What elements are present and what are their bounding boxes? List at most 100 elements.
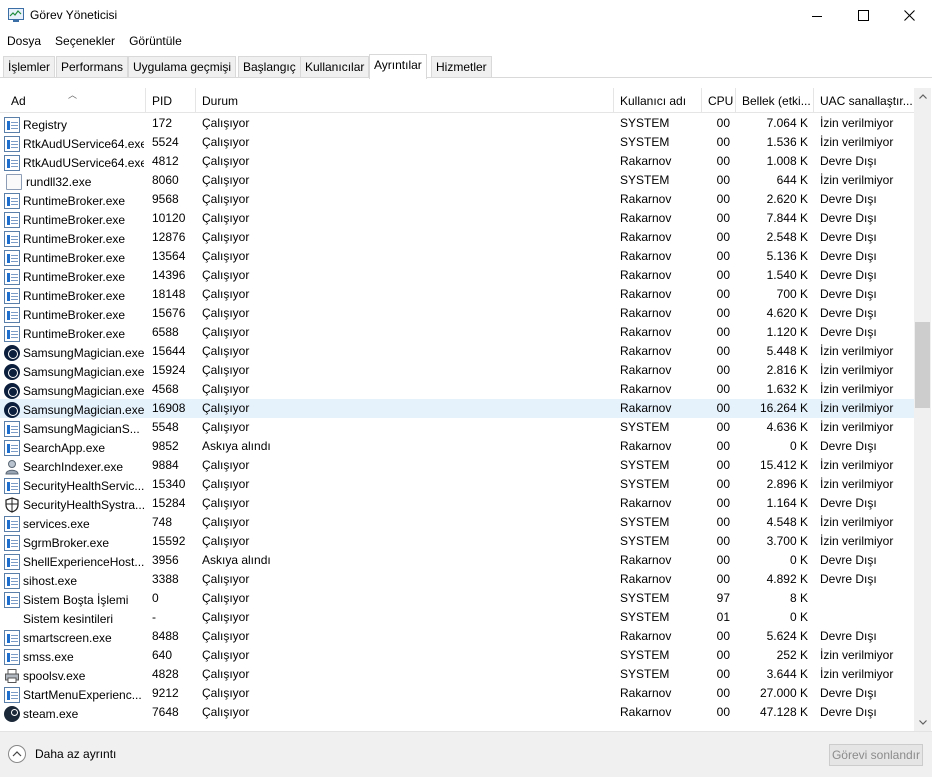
minimize-button[interactable] <box>794 0 840 31</box>
process-name: Sistem Boşta İşlemi <box>23 592 129 607</box>
cell-uac: Devre Dışı <box>820 553 877 567</box>
cell-uac: Devre Dışı <box>820 629 877 643</box>
table-row[interactable]: RuntimeBroker.exe 13564 Çalışıyor Rakarnov 0… <box>0 247 914 266</box>
table-row[interactable]: RuntimeBroker.exe 15676 Çalışıyor Rakarnov 0… <box>0 304 914 323</box>
application-icon <box>4 439 20 456</box>
table-row[interactable]: SamsungMagician.exe 15924 Çalışıyor Rakarno… <box>0 361 914 380</box>
tab-users[interactable]: Kullanıcılar <box>300 56 370 77</box>
table-row[interactable]: RuntimeBroker.exe 14396 Çalışıyor Rakarnov 0… <box>0 266 914 285</box>
less-detail-toggle[interactable]: Daha az ayrıntı <box>8 745 116 763</box>
table-row[interactable]: spoolsv.exe 4828 Çalışıyor SYSTEM 00 3.644 K İ… <box>0 665 914 684</box>
cell-user: Rakarnov <box>620 382 672 396</box>
cell-name: SearchApp.exe <box>4 437 144 456</box>
tab-details[interactable]: Ayrıntılar <box>369 54 427 79</box>
cell-name: RuntimeBroker.exe <box>4 323 144 342</box>
table-row[interactable]: RtkAudUService64.exe 5524 Çalışıyor SYSTEM 0… <box>0 133 914 152</box>
menu-options[interactable]: Seçenekler <box>48 31 122 53</box>
cell-status: Çalışıyor <box>202 287 250 301</box>
table-row[interactable]: SgrmBroker.exe 15592 Çalışıyor SYSTEM 00 3.70… <box>0 532 914 551</box>
cell-uac: İzin verilmiyor <box>820 363 894 377</box>
cell-status: Çalışıyor <box>202 154 250 168</box>
cell-memory: 0 K <box>789 439 808 453</box>
cell-memory: 7.844 K <box>766 211 808 225</box>
column-header-pid[interactable]: PID <box>146 88 196 113</box>
tab-startup[interactable]: Başlangıç <box>238 56 301 77</box>
table-row[interactable]: ShellExperienceHost.... 3956 Askıya alındı… <box>0 551 914 570</box>
samsung-magician-icon <box>4 382 20 399</box>
details-table: Ad ︿ PID Durum Kullanıcı adı CPU Bellek … <box>0 88 914 731</box>
table-header: Ad ︿ PID Durum Kullanıcı adı CPU Bellek … <box>0 88 914 113</box>
menu-file[interactable]: Dosya <box>0 31 48 53</box>
vertical-scrollbar[interactable] <box>914 88 931 731</box>
end-task-button[interactable]: Görevi sonlandır <box>829 744 923 766</box>
table-row[interactable]: RuntimeBroker.exe 10120 Çalışıyor Rakarnov 0… <box>0 209 914 228</box>
column-header-name[interactable]: Ad ︿ <box>0 88 146 113</box>
column-header-status[interactable]: Durum <box>196 88 614 113</box>
cell-cpu: 00 <box>716 154 730 168</box>
scroll-up-button[interactable] <box>914 88 931 105</box>
table-row[interactable]: SamsungMagicianS... 5548 Çalışıyor SYSTEM 00… <box>0 418 914 437</box>
table-row[interactable]: SamsungMagician.exe 4568 Çalışıyor Rakarnov… <box>0 380 914 399</box>
tab-app-history[interactable]: Uygulama geçmişi <box>128 56 237 77</box>
cell-uac: İzin verilmiyor <box>820 458 894 472</box>
window-title: Görev Yöneticisi <box>30 8 118 22</box>
cell-user: Rakarnov <box>620 306 672 320</box>
cell-memory: 700 K <box>776 287 808 301</box>
column-header-cpu[interactable]: CPU <box>702 88 736 113</box>
table-row[interactable]: sihost.exe 3388 Çalışıyor Rakarnov 00 4.892 K… <box>0 570 914 589</box>
table-row[interactable]: Sistem Boşta İşlemi 0 Çalışıyor SYSTEM 97 8 K <box>0 589 914 608</box>
process-name: RuntimeBroker.exe <box>23 288 126 303</box>
cell-status: Çalışıyor <box>202 629 250 643</box>
cell-cpu: 00 <box>716 496 730 510</box>
maximize-button[interactable] <box>840 0 886 31</box>
table-body: Registry 172 Çalışıyor SYSTEM 00 7.064 K İzin … <box>0 114 914 722</box>
cell-name: RuntimeBroker.exe <box>4 247 144 266</box>
table-row[interactable]: RuntimeBroker.exe 18148 Çalışıyor Rakarnov 0… <box>0 285 914 304</box>
process-name: RuntimeBroker.exe <box>23 326 126 341</box>
process-name: smss.exe <box>23 649 74 664</box>
table-row[interactable]: SecurityHealthSystra... 15284 Çalışıyor Rak… <box>0 494 914 513</box>
cell-cpu: 00 <box>716 268 730 282</box>
cell-uac: İzin verilmiyor <box>820 173 894 187</box>
table-row[interactable]: steam.exe 7648 Çalışıyor Rakarnov 00 47.128 K… <box>0 703 914 722</box>
minimize-icon <box>812 15 822 17</box>
cell-name: RuntimeBroker.exe <box>4 304 144 323</box>
column-header-user[interactable]: Kullanıcı adı <box>614 88 702 113</box>
cell-memory: 1.120 K <box>766 325 808 339</box>
cell-memory: 5.136 K <box>766 249 808 263</box>
close-button[interactable] <box>886 0 932 31</box>
sort-ascending-icon: ︿ <box>68 90 78 100</box>
tab-services[interactable]: Hizmetler <box>431 56 492 77</box>
table-row[interactable]: RuntimeBroker.exe 12876 Çalışıyor Rakarnov 0… <box>0 228 914 247</box>
application-icon <box>4 135 20 152</box>
table-row[interactable]: services.exe 748 Çalışıyor SYSTEM 00 4.548 K İ… <box>0 513 914 532</box>
table-row[interactable]: smss.exe 640 Çalışıyor SYSTEM 00 252 K İzin ve… <box>0 646 914 665</box>
tab-performance[interactable]: Performans <box>56 56 129 77</box>
table-row[interactable]: Sistem kesintileri - Çalışıyor SYSTEM 01 0 K <box>0 608 914 627</box>
column-header-memory[interactable]: Bellek (etki... <box>736 88 814 113</box>
table-row[interactable]: SearchIndexer.exe 9884 Çalışıyor SYSTEM 00 15… <box>0 456 914 475</box>
cell-pid: 8060 <box>152 173 179 187</box>
cell-name: SamsungMagician.exe <box>4 342 144 361</box>
scroll-thumb[interactable] <box>915 322 930 408</box>
table-row[interactable]: RuntimeBroker.exe 9568 Çalışıyor Rakarnov 00… <box>0 190 914 209</box>
cell-name: rundll32.exe <box>4 171 144 190</box>
table-row[interactable]: smartscreen.exe 8488 Çalışıyor Rakarnov 00 5.… <box>0 627 914 646</box>
column-header-uac[interactable]: UAC sanallaştır... <box>814 88 914 113</box>
table-row[interactable]: SearchApp.exe 9852 Askıya alındı Rakarnov 00… <box>0 437 914 456</box>
cell-cpu: 00 <box>716 515 730 529</box>
table-row[interactable]: RtkAudUService64.exe 4812 Çalışıyor Rakarno… <box>0 152 914 171</box>
table-row[interactable]: StartMenuExperienc... 9212 Çalışıyor Rakarn… <box>0 684 914 703</box>
menu-view[interactable]: Görüntüle <box>122 31 189 53</box>
cell-status: Askıya alındı <box>202 553 271 567</box>
table-row[interactable]: rundll32.exe 8060 Çalışıyor SYSTEM 00 644 K İz… <box>0 171 914 190</box>
table-row[interactable]: Registry 172 Çalışıyor SYSTEM 00 7.064 K İzin … <box>0 114 914 133</box>
tab-processes[interactable]: İşlemler <box>3 56 56 77</box>
scroll-down-button[interactable] <box>914 714 931 731</box>
table-row[interactable]: RuntimeBroker.exe 6588 Çalışıyor Rakarnov 00… <box>0 323 914 342</box>
cell-status: Çalışıyor <box>202 458 250 472</box>
table-row[interactable]: SamsungMagician.exe 15644 Çalışıyor Rakarno… <box>0 342 914 361</box>
table-row[interactable]: SecurityHealthServic... 15340 Çalışıyor SYS… <box>0 475 914 494</box>
table-row[interactable]: SamsungMagician.exe 16908 Çalışıyor Rakarno… <box>0 399 914 418</box>
cell-memory: 1.536 K <box>766 135 808 149</box>
